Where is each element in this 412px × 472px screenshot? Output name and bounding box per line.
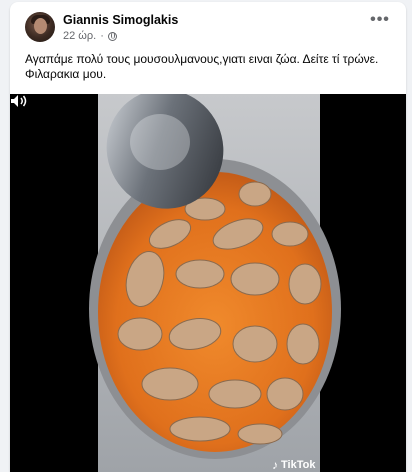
post-caption: Αγαπάμε πολύ τους μουσουλμανους,γιατι ει… bbox=[25, 52, 379, 81]
video-frame bbox=[89, 94, 341, 472]
tiktok-watermark-text: TikTok bbox=[281, 459, 316, 471]
volume-icon[interactable] bbox=[10, 94, 28, 108]
facebook-post-card: Giannis Simoglakis 22 ώρ. · ••• Αγαπάμε … bbox=[10, 2, 406, 472]
meta-separator: · bbox=[100, 30, 104, 42]
tiktok-logo-icon: ♪ bbox=[272, 458, 278, 472]
post-timestamp[interactable]: 22 ώρ. bbox=[63, 30, 96, 42]
more-options-button[interactable]: ••• bbox=[368, 10, 392, 34]
avatar[interactable] bbox=[25, 12, 55, 42]
post-meta: 22 ώρ. · bbox=[63, 30, 117, 42]
globe-icon[interactable] bbox=[107, 31, 117, 41]
tiktok-watermark: ♪ TikTok bbox=[272, 458, 315, 472]
author-name[interactable]: Giannis Simoglakis bbox=[63, 13, 178, 27]
video-player[interactable]: ♪ TikTok bbox=[10, 94, 406, 472]
